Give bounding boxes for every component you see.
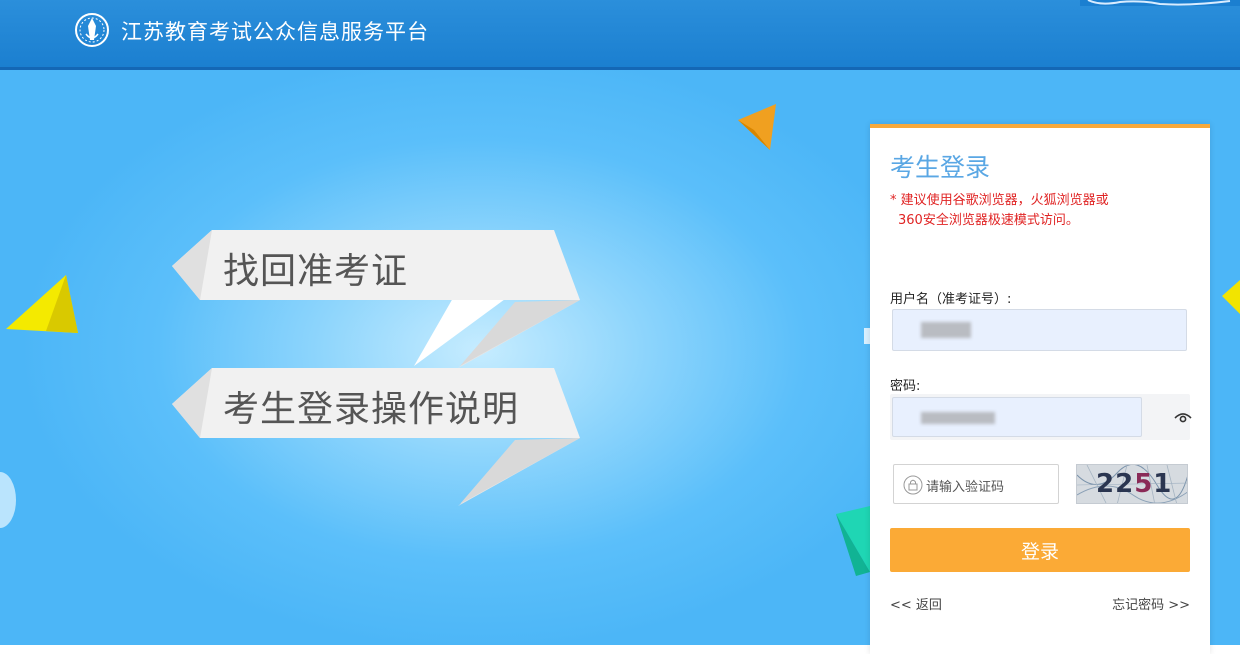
header-bar: 江苏教育考试公众信息服务平台 [0, 0, 1240, 70]
show-password-eye-icon[interactable] [1173, 407, 1193, 427]
password-input[interactable] [892, 397, 1142, 437]
teal-shape-icon [836, 506, 870, 576]
yellow-shape-edge-icon [1222, 280, 1240, 314]
lock-icon [903, 475, 923, 495]
emblem-icon [75, 13, 109, 47]
password-label: 密码: [890, 379, 921, 394]
browser-notice: * 建议使用谷歌浏览器，火狐浏览器或 360安全浏览器极速模式访问。 [890, 191, 1190, 231]
retrieve-ticket-ribbon[interactable]: 找回准考证 [170, 230, 590, 370]
browser-notice-line2: 360安全浏览器极速模式访问。 [898, 213, 1079, 228]
captcha-digit-b: 5 [1134, 469, 1154, 499]
captcha-input[interactable]: 请输入验证码 [893, 464, 1059, 504]
username-label: 用户名（准考证号）: [890, 292, 1012, 307]
login-panel: 考生登录 * 建议使用谷歌浏览器，火狐浏览器或 360安全浏览器极速模式访问。 … [870, 124, 1210, 654]
masked-username [921, 322, 971, 338]
browser-notice-line1: * 建议使用谷歌浏览器，火狐浏览器或 [890, 193, 1109, 208]
captcha-placeholder: 请输入验证码 [926, 480, 1005, 495]
header-corner-decoration [1080, 0, 1240, 6]
orange-pyramid-icon [738, 104, 776, 150]
masked-password [921, 412, 995, 424]
back-link[interactable]: << 返回 [890, 594, 942, 613]
login-title: 考生登录 [890, 153, 991, 182]
captcha-digits-a: 22 [1096, 469, 1135, 499]
retrieve-ticket-label[interactable]: 找回准考证 [223, 242, 408, 294]
white-glow-edge-icon [0, 472, 16, 528]
password-field-wrapper [890, 394, 1193, 440]
captcha-image[interactable]: 2251 [1076, 464, 1188, 504]
username-input[interactable] [892, 309, 1187, 351]
login-instructions-ribbon[interactable]: 考生登录操作说明 [170, 368, 590, 508]
login-instructions-label[interactable]: 考生登录操作说明 [223, 380, 519, 432]
forgot-password-link[interactable]: 忘记密码 >> [1112, 594, 1190, 613]
captcha-code: 2251 [1096, 469, 1172, 499]
yellow-pyramid-icon [6, 275, 78, 333]
captcha-digit-c: 1 [1153, 469, 1173, 499]
site-title[interactable]: 江苏教育考试公众信息服务平台 [121, 16, 429, 46]
login-button[interactable]: 登录 [890, 528, 1190, 572]
